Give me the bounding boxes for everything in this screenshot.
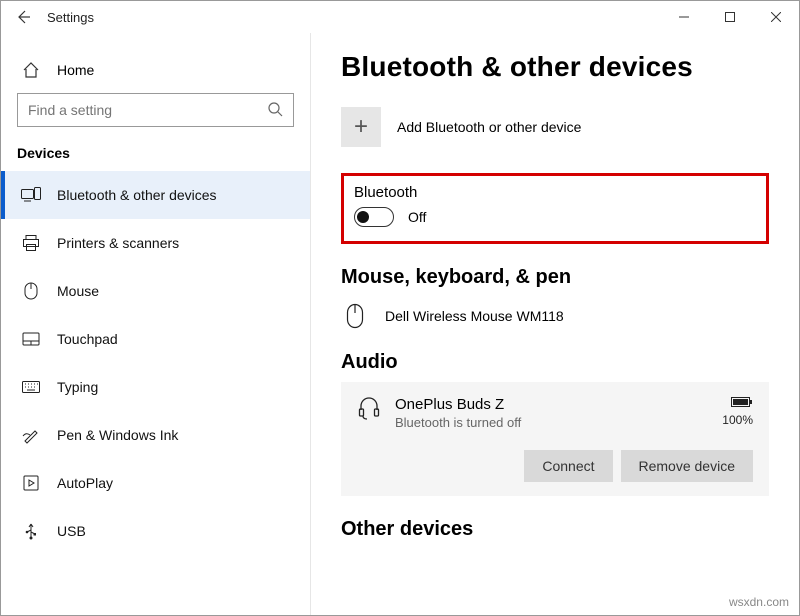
add-device-label: Add Bluetooth or other device bbox=[397, 119, 581, 135]
battery-indicator: 100% bbox=[722, 396, 753, 427]
mouse-icon bbox=[341, 303, 369, 329]
nav-printers[interactable]: Printers & scanners bbox=[1, 219, 310, 267]
nav-typing[interactable]: Typing bbox=[1, 363, 310, 411]
search-box[interactable] bbox=[17, 93, 294, 127]
plus-icon: + bbox=[341, 107, 381, 147]
page-heading: Bluetooth & other devices bbox=[341, 51, 769, 83]
usb-icon bbox=[21, 522, 41, 540]
nav-label: Touchpad bbox=[57, 331, 118, 347]
mouse-device-row[interactable]: Dell Wireless Mouse WM118 bbox=[341, 297, 769, 351]
bluetooth-highlight: Bluetooth Off bbox=[341, 173, 769, 244]
back-button[interactable] bbox=[15, 9, 31, 25]
titlebar: Settings bbox=[1, 1, 799, 33]
nav-list: Bluetooth & other devices Printers & sca… bbox=[1, 171, 310, 555]
bluetooth-state: Off bbox=[408, 209, 426, 225]
connect-button[interactable]: Connect bbox=[524, 450, 612, 482]
home-label: Home bbox=[57, 62, 94, 78]
nav-touchpad[interactable]: Touchpad bbox=[1, 315, 310, 363]
mouse-icon bbox=[21, 282, 41, 300]
printer-icon bbox=[21, 234, 41, 252]
nav-bluetooth[interactable]: Bluetooth & other devices bbox=[1, 171, 310, 219]
toggle-knob bbox=[357, 211, 369, 223]
home-icon bbox=[21, 61, 41, 79]
devices-icon bbox=[21, 187, 41, 203]
headset-icon bbox=[357, 396, 381, 423]
nav-label: Bluetooth & other devices bbox=[57, 187, 217, 203]
watermark: wsxdn.com bbox=[729, 595, 789, 609]
bluetooth-label: Bluetooth bbox=[354, 184, 756, 201]
nav-label: Pen & Windows Ink bbox=[57, 427, 178, 443]
nav-label: Mouse bbox=[57, 283, 99, 299]
nav-label: USB bbox=[57, 523, 86, 539]
audio-device-name: OnePlus Buds Z bbox=[395, 396, 708, 413]
nav-label: Typing bbox=[57, 379, 98, 395]
settings-window: Settings Home Devices bbox=[0, 0, 800, 616]
audio-device-card[interactable]: OnePlus Buds Z Bluetooth is turned off 1… bbox=[341, 382, 769, 496]
nav-usb[interactable]: USB bbox=[1, 507, 310, 555]
search-icon bbox=[267, 101, 283, 120]
keyboard-icon bbox=[21, 381, 41, 393]
home-link[interactable]: Home bbox=[1, 51, 310, 93]
remove-device-button[interactable]: Remove device bbox=[621, 450, 754, 482]
main-content: Bluetooth & other devices + Add Bluetoot… bbox=[311, 33, 799, 615]
audio-device-status: Bluetooth is turned off bbox=[395, 415, 708, 430]
battery-percent: 100% bbox=[722, 413, 753, 427]
mouse-device-name: Dell Wireless Mouse WM118 bbox=[385, 308, 564, 324]
window-title: Settings bbox=[47, 10, 94, 25]
add-device-button[interactable]: + Add Bluetooth or other device bbox=[341, 107, 769, 147]
bluetooth-toggle[interactable] bbox=[354, 207, 394, 227]
section-other-heading: Other devices bbox=[341, 518, 769, 541]
nav-autoplay[interactable]: AutoPlay bbox=[1, 459, 310, 507]
search-input[interactable] bbox=[28, 102, 259, 118]
sidebar-category: Devices bbox=[1, 145, 310, 171]
maximize-button[interactable] bbox=[707, 1, 753, 33]
pen-icon bbox=[21, 426, 41, 444]
battery-icon bbox=[731, 396, 753, 411]
sidebar: Home Devices Bluetooth & other devices bbox=[1, 33, 311, 615]
section-mouse-heading: Mouse, keyboard, & pen bbox=[341, 266, 769, 289]
section-audio-heading: Audio bbox=[341, 351, 769, 374]
nav-mouse[interactable]: Mouse bbox=[1, 267, 310, 315]
minimize-button[interactable] bbox=[661, 1, 707, 33]
autoplay-icon bbox=[21, 475, 41, 491]
close-button[interactable] bbox=[753, 1, 799, 33]
nav-label: AutoPlay bbox=[57, 475, 113, 491]
nav-label: Printers & scanners bbox=[57, 235, 179, 251]
touchpad-icon bbox=[21, 332, 41, 346]
nav-pen[interactable]: Pen & Windows Ink bbox=[1, 411, 310, 459]
